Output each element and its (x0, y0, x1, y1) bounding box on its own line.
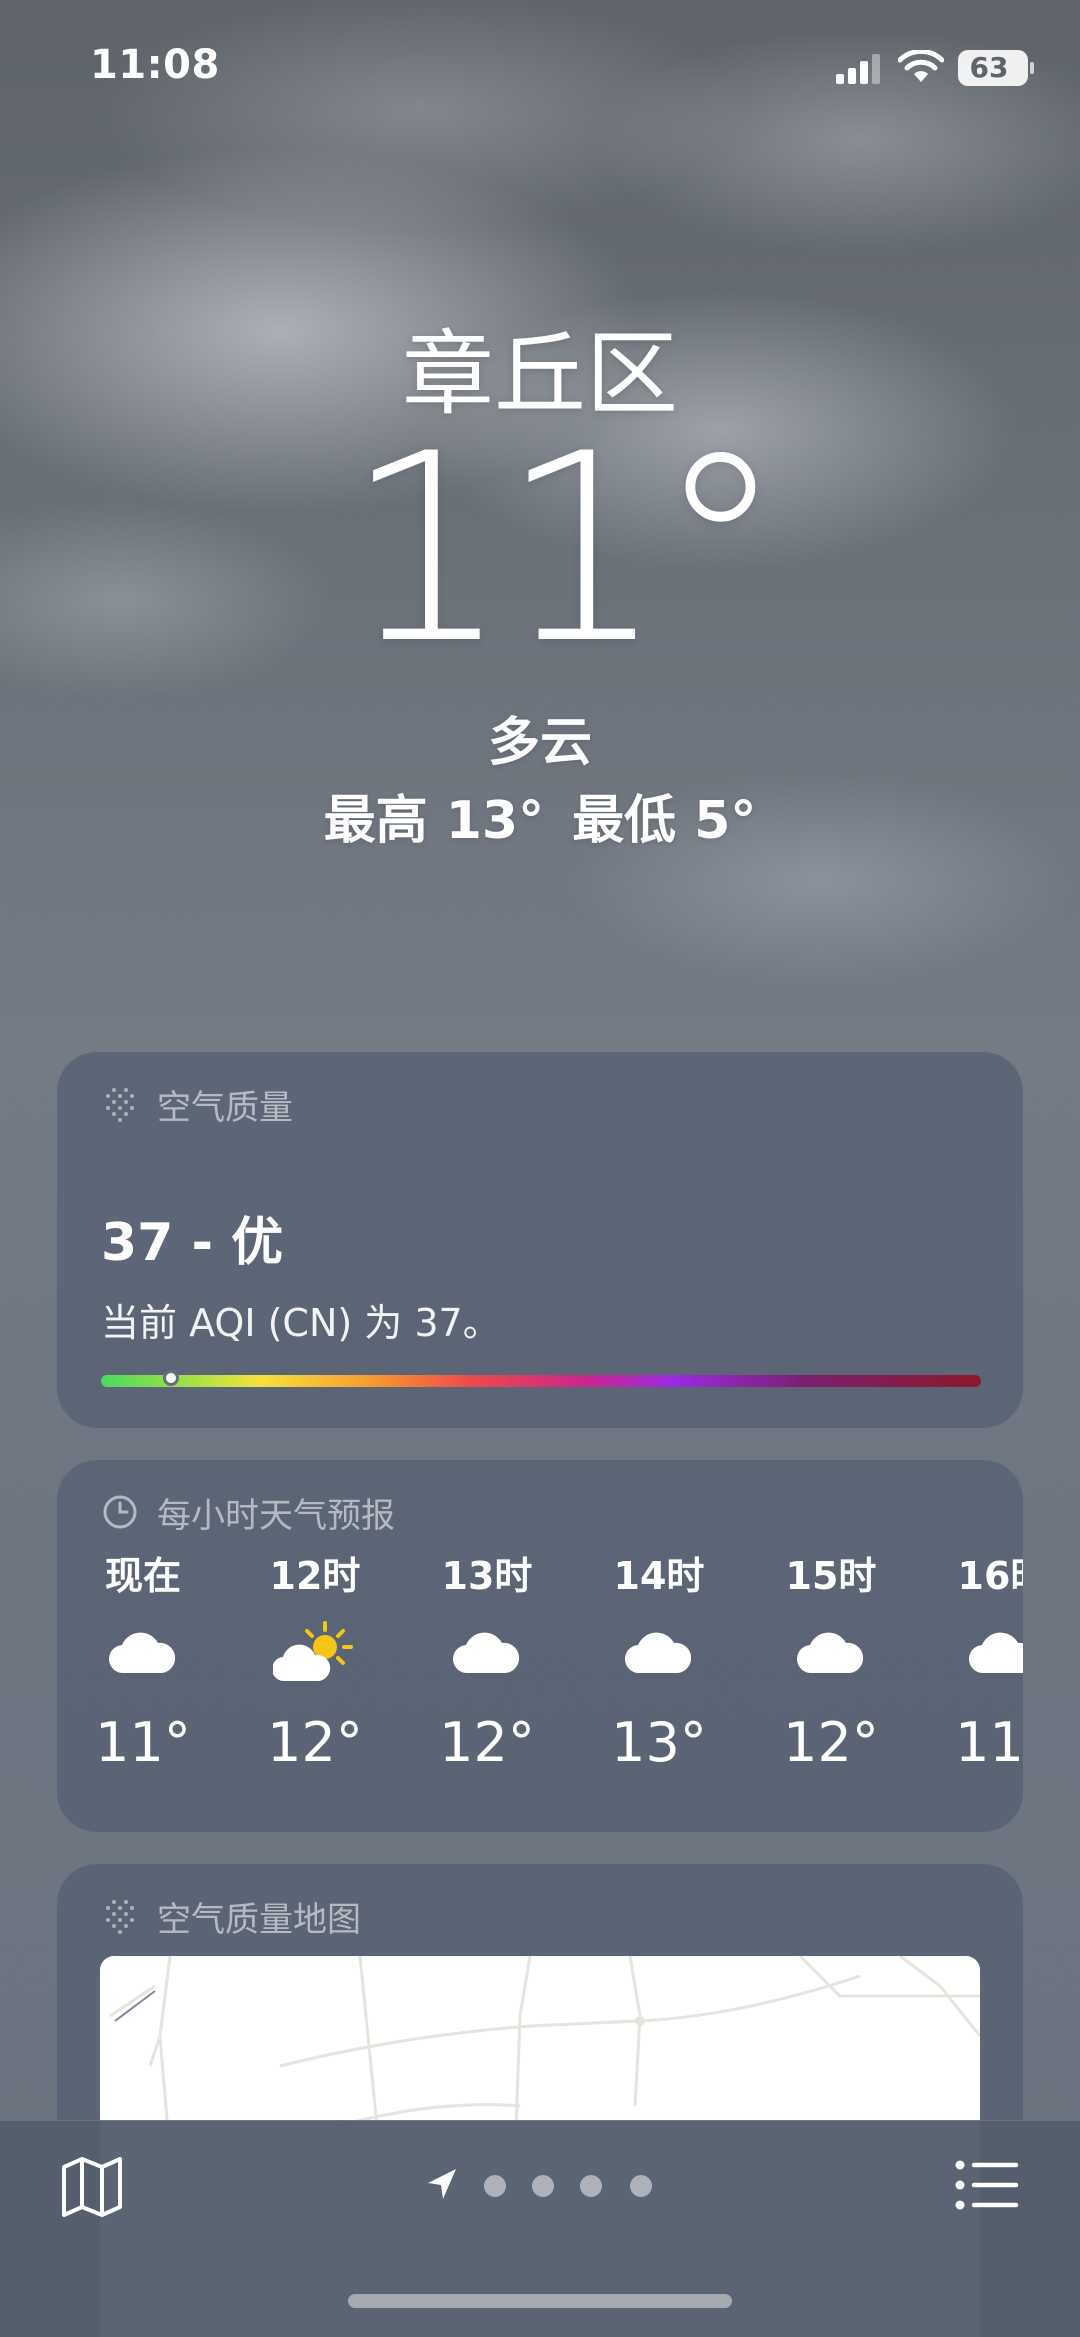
air-quality-title: 空气质量 (157, 1087, 293, 1128)
hour-label: 15时 (785, 1554, 877, 1598)
hour-label: 16时 (957, 1554, 1023, 1598)
hourly-forecast-title: 每小时天气预报 (157, 1495, 395, 1536)
hourly-item: 12时 12° (229, 1548, 401, 1778)
hourly-forecast-header: 每小时天气预报 (101, 1490, 395, 1536)
aqi-description: 当前 AQI (CN) 为 37。 (101, 1301, 501, 1345)
hourly-forecast-card[interactable]: 每小时天气预报 现在 11° 12时 12° 13时 12° 14时 13° 1… (57, 1460, 1023, 1832)
cloud-icon (401, 1604, 573, 1700)
cloud-icon (573, 1604, 745, 1700)
partly-sunny-icon (229, 1604, 401, 1700)
high-temperature: 最高 13° (323, 791, 545, 851)
hour-temperature: 12° (439, 1711, 535, 1774)
cellular-signal-icon (836, 54, 880, 84)
status-bar: 11:08 63 (0, 0, 1080, 140)
hourly-item: 现在 11° (57, 1548, 229, 1778)
weather-condition: 多云 (487, 713, 592, 773)
list-icon[interactable] (954, 2157, 1020, 2213)
cloud-icon (57, 1604, 229, 1700)
hour-label: 现在 (104, 1554, 181, 1598)
battery-indicator: 63 (958, 50, 1034, 86)
location-arrow-icon[interactable] (426, 2167, 458, 2201)
hourly-item: 16时 11° (917, 1548, 1023, 1778)
cloud-icon (917, 1604, 1023, 1700)
aqi-value: 37 - 优 (101, 1213, 284, 1273)
page-dot[interactable] (484, 2175, 506, 2197)
hour-temperature: 12° (783, 1711, 879, 1774)
aqi-scale-bar (101, 1375, 981, 1387)
hour-label: 14时 (613, 1554, 705, 1598)
clock-icon (103, 1495, 137, 1529)
hour-label: 12时 (269, 1554, 361, 1598)
hour-temperature: 11° (95, 1711, 191, 1774)
air-quality-icon (106, 1088, 134, 1122)
page-dot[interactable] (630, 2175, 652, 2197)
home-indicator[interactable] (348, 2294, 732, 2308)
current-temperature: 11° (344, 399, 786, 701)
hourly-item: 14时 13° (573, 1548, 745, 1778)
status-time: 11:08 (90, 42, 220, 88)
cloud-icon (745, 1604, 917, 1700)
air-quality-header: 空气质量 (101, 1082, 293, 1128)
hour-label: 13时 (441, 1554, 533, 1598)
air-quality-map-header: 空气质量地图 (101, 1894, 361, 1940)
hourly-item: 15时 12° (745, 1548, 917, 1778)
map-icon[interactable] (60, 2153, 124, 2217)
air-quality-card[interactable]: 空气质量 37 - 优 当前 AQI (CN) 为 37。 (57, 1052, 1023, 1428)
wifi-icon (898, 50, 944, 82)
hour-temperature: 13° (611, 1711, 707, 1774)
air-quality-map-title: 空气质量地图 (157, 1899, 361, 1940)
high-low-temps: 最高 13° 最低 5° (0, 778, 1080, 853)
battery-nub (1030, 62, 1034, 74)
page-dot[interactable] (580, 2175, 602, 2197)
battery-level: 63 (969, 51, 1009, 84)
page-dot[interactable] (532, 2175, 554, 2197)
air-quality-icon (106, 1900, 134, 1934)
hour-temperature: 12° (267, 1711, 363, 1774)
hour-temperature: 11° (955, 1711, 1023, 1774)
hourly-item: 13时 12° (401, 1548, 573, 1778)
low-temperature: 最低 5° (572, 791, 757, 851)
